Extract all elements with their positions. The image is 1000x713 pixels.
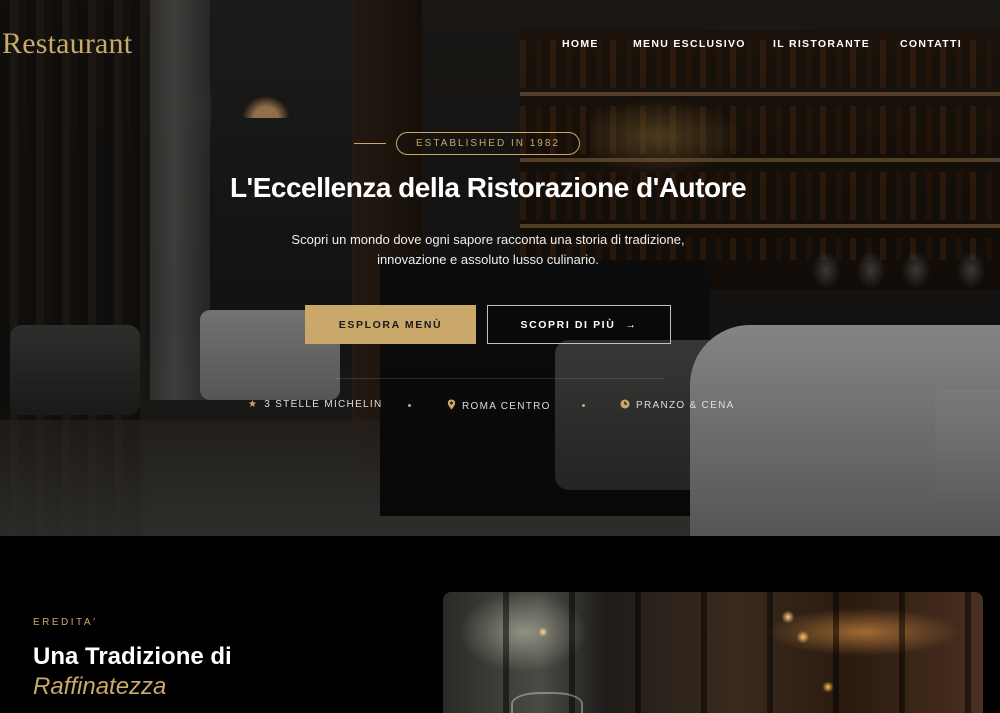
nav-link-contatti[interactable]: CONTATTI: [900, 38, 962, 50]
main-nav: HOME MENU ESCLUSIVO IL RISTORANTE CONTAT…: [0, 38, 1000, 52]
hero-divider: [335, 378, 665, 379]
hero-subtitle-line-1: Scopri un mondo dove ogni sapore raccont…: [291, 232, 685, 247]
section-title: Una Tradizione di: [33, 643, 232, 670]
section-title-accent: Raffinatezza: [33, 673, 167, 700]
feature-location-label: ROMA CENTRO: [462, 400, 551, 412]
section-eyebrow: EREDITA': [33, 617, 98, 628]
nav-link-home[interactable]: HOME: [562, 38, 599, 50]
heritage-section: EREDITA' Una Tradizione di Raffinatezza: [0, 536, 1000, 713]
hero-title: L'Eccellenza della Ristorazione d'Autore: [229, 172, 747, 203]
feature-michelin: ★ 3 STELLE MICHELIN: [248, 399, 383, 410]
hero-subtitle-line-2: innovazione e assoluto lusso culinario.: [377, 252, 599, 267]
explore-menu-button[interactable]: ESPLORA MENÙ: [305, 305, 476, 344]
established-badge: ESTABLISHED IN 1982: [396, 132, 580, 155]
badge-divider-line: [354, 143, 386, 144]
location-pin-icon: [447, 399, 456, 413]
feature-separator-dot: [582, 404, 585, 407]
clock-icon: [620, 399, 630, 412]
hero-features: ★ 3 STELLE MICHELIN ROMA CENTRO PRANZO &…: [0, 399, 1000, 413]
star-icon: ★: [248, 399, 259, 410]
feature-hours-label: PRANZO & CENA: [636, 400, 735, 411]
restaurant-interior-photo: [443, 592, 983, 713]
feature-michelin-label: 3 STELLE MICHELIN: [264, 399, 383, 410]
discover-more-button[interactable]: SCOPRI DI PIÙ →: [487, 305, 671, 344]
photo-wine-glass: [511, 692, 583, 713]
nav-link-menu-esclusivo[interactable]: MENU ESCLUSIVO: [633, 38, 746, 50]
arrow-right-icon: →: [625, 318, 638, 331]
hero-subtitle: Scopri un mondo dove ogni sapore raccont…: [0, 230, 976, 270]
feature-separator-dot: [408, 404, 411, 407]
feature-hours: PRANZO & CENA: [620, 399, 735, 412]
hero-section: Restaurant HOME MENU ESCLUSIVO IL RISTOR…: [0, 0, 1000, 536]
feature-location: ROMA CENTRO: [447, 399, 551, 413]
nav-link-il-ristorante[interactable]: IL RISTORANTE: [773, 38, 870, 50]
discover-more-label: SCOPRI DI PIÙ: [520, 318, 616, 331]
